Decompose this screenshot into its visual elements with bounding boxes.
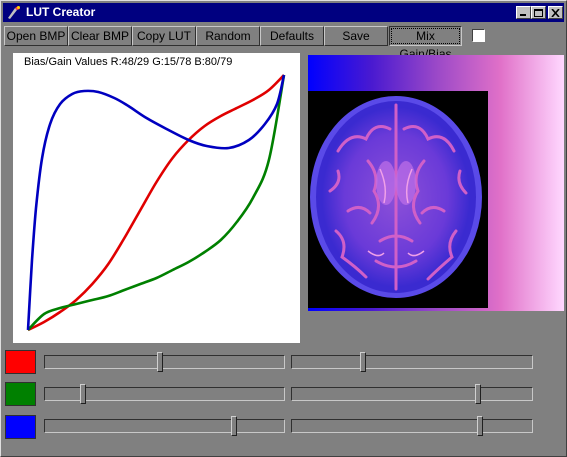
blue-bias-slider-thumb[interactable] (231, 416, 237, 436)
defaults-button[interactable]: Defaults (260, 26, 324, 46)
clear-bmp-button[interactable]: Clear BMP (68, 26, 132, 46)
save-button[interactable]: Save (324, 26, 388, 46)
blue-channel-swatch (5, 415, 36, 439)
lut-curve-plot (26, 74, 286, 332)
maximize-button[interactable] (531, 6, 546, 19)
maximize-icon (534, 9, 543, 17)
minimize-icon (520, 14, 526, 16)
red-bias-slider[interactable] (44, 352, 285, 372)
brain-image-view (308, 91, 488, 308)
green-gain-slider-thumb[interactable] (475, 384, 481, 404)
blue-gain-slider[interactable] (291, 416, 533, 436)
window-title: LUT Creator (26, 5, 96, 19)
red-gain-slider-thumb[interactable] (360, 352, 366, 372)
green-channel-swatch (5, 382, 36, 406)
close-button[interactable] (548, 6, 563, 19)
blue-curve (26, 74, 286, 331)
minimize-button[interactable] (516, 6, 531, 19)
lut-curve-chart: Bias/Gain Values R:48/29 G:15/78 B:80/79 (13, 53, 300, 343)
green-bias-slider-thumb[interactable] (80, 384, 86, 404)
title-bar[interactable]: LUT Creator (3, 3, 564, 22)
mix-gain-bias-button[interactable]: Mix Gain/Bias (389, 26, 462, 61)
red-curve (27, 74, 285, 332)
red-channel-swatch (5, 350, 36, 374)
random-button[interactable]: Random (196, 26, 260, 46)
copy-lut-button[interactable]: Copy LUT (132, 26, 196, 46)
green-gain-slider[interactable] (291, 384, 533, 404)
red-bias-slider-thumb[interactable] (157, 352, 163, 372)
mix-gain-bias-checkbox[interactable] (472, 29, 485, 42)
close-icon (551, 9, 560, 17)
open-bmp-button[interactable]: Open BMP (4, 26, 68, 46)
blue-gain-slider-thumb[interactable] (477, 416, 483, 436)
brain-mri-image (310, 96, 482, 298)
lut-creator-window: LUT Creator Open BMP Clear BMP Copy LUT … (0, 0, 567, 457)
green-curve (27, 74, 286, 331)
green-bias-slider[interactable] (44, 384, 285, 404)
bias-gain-values-label: Bias/Gain Values R:48/29 G:15/78 B:80/79 (24, 56, 233, 68)
lut-creator-app-icon (6, 5, 22, 20)
blue-bias-slider[interactable] (44, 416, 285, 436)
red-gain-slider[interactable] (291, 352, 533, 372)
